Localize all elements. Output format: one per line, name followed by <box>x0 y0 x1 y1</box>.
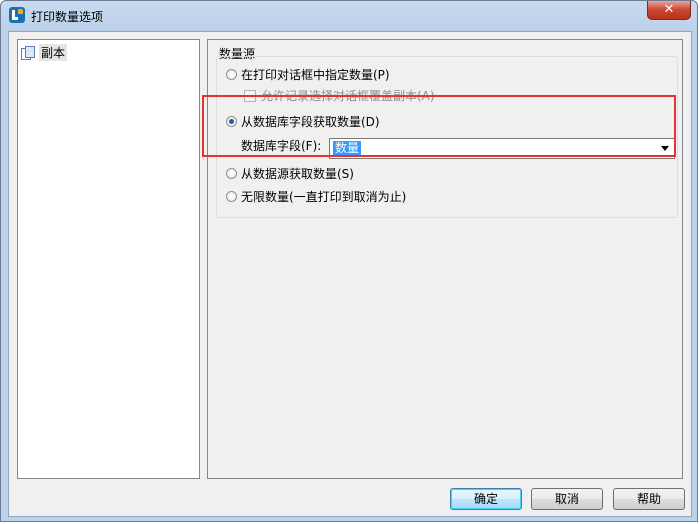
radio-button[interactable] <box>226 69 237 80</box>
dialog-window: 打印数量选项 ✕ 副本 数量源 在打印对话框中指定数量(P) 允许记录选择对话框… <box>0 0 698 522</box>
radio-label: 在打印对话框中指定数量(P) <box>241 68 390 82</box>
radio-unlimited[interactable]: 无限数量(一直打印到取消为止) <box>226 188 406 205</box>
app-logo-icon <box>9 7 25 23</box>
close-button[interactable]: ✕ <box>647 1 691 20</box>
window-title: 打印数量选项 <box>31 10 104 24</box>
cancel-button[interactable]: 取消 <box>531 488 603 510</box>
radio-button[interactable] <box>226 168 237 179</box>
radio-button[interactable] <box>226 191 237 202</box>
highlight-box <box>202 95 676 157</box>
title-bar[interactable]: 打印数量选项 ✕ <box>1 1 697 31</box>
help-button[interactable]: 帮助 <box>613 488 685 510</box>
radio-print-dialog[interactable]: 在打印对话框中指定数量(P) <box>226 66 390 83</box>
tree-item-label: 副本 <box>39 43 68 61</box>
radio-from-datasource[interactable]: 从数据源获取数量(S) <box>226 165 354 182</box>
copies-icon <box>21 45 35 60</box>
tree-item-copies[interactable]: 副本 <box>21 43 68 61</box>
radio-label: 无限数量(一直打印到取消为止) <box>241 190 407 204</box>
ok-button[interactable]: 确定 <box>450 488 522 510</box>
options-tree: 副本 <box>17 39 200 479</box>
radio-label: 从数据源获取数量(S) <box>241 167 354 181</box>
